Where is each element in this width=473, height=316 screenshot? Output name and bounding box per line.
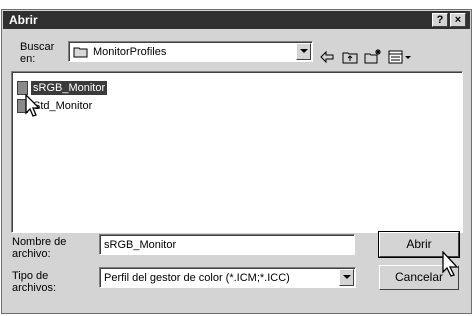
file-icon <box>17 81 28 95</box>
folder-up-icon[interactable] <box>341 48 359 66</box>
filename-input[interactable]: sRGB_Monitor <box>99 234 355 255</box>
open-dialog: Abrir ? × Buscar en: MonitorProfiles sRG… <box>1 9 472 314</box>
filetype-value: Perfil del gestor de color (*.ICM;*.ICC) <box>104 272 290 284</box>
chevron-down-icon[interactable] <box>339 269 354 286</box>
filename-label: Nombre de archivo: <box>12 236 66 260</box>
lookin-label-line2: en: <box>20 53 36 65</box>
arrow-left-icon[interactable] <box>318 48 336 66</box>
mouse-pointer-icon <box>25 94 41 117</box>
new-folder-icon[interactable] <box>364 48 382 66</box>
lookin-label-line1: Buscar <box>20 41 55 53</box>
folder-icon <box>73 47 88 58</box>
dialog-title: Abrir <box>9 13 38 27</box>
lookin-combo[interactable]: MonitorProfiles <box>68 41 313 62</box>
filename-value: sRGB_Monitor <box>104 239 177 251</box>
filetype-label-line2: archivos: <box>12 282 57 294</box>
lookin-label: Buscar en: <box>20 41 54 65</box>
filetype-label: Tipo de archivos: <box>12 270 56 294</box>
filetype-select[interactable]: Perfil del gestor de color (*.ICM;*.ICC) <box>99 267 356 288</box>
filename-label-line2: archivo: <box>12 248 51 260</box>
close-button[interactable]: × <box>450 13 466 27</box>
file-name: sRGB_Monitor <box>31 81 108 95</box>
chevron-down-icon[interactable] <box>296 43 311 60</box>
mouse-pointer-icon <box>442 251 459 277</box>
help-button[interactable]: ? <box>432 13 448 27</box>
filename-label-line1: Nombre de <box>12 236 67 248</box>
lookin-value: MonitorProfiles <box>93 46 167 58</box>
view-menu-icon[interactable] <box>388 48 414 66</box>
title-bar: Abrir ? × <box>3 11 470 29</box>
file-list[interactable]: sRGB_Monitor Std_Monitor <box>11 71 463 233</box>
filetype-label-line1: Tipo de <box>12 270 49 282</box>
